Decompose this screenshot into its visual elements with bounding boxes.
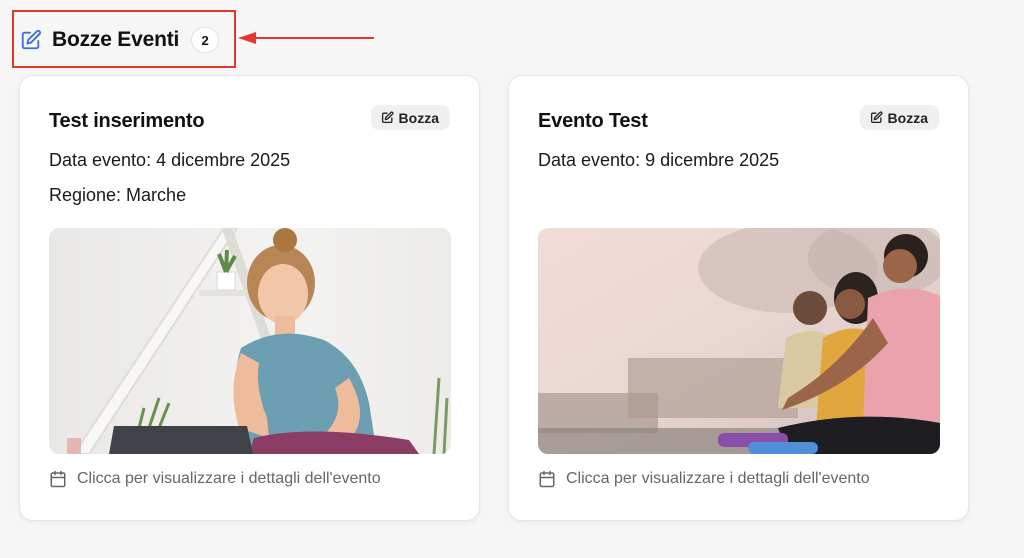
group-meditation-image (538, 228, 940, 454)
event-title: Evento Test (538, 110, 648, 132)
edit-icon (381, 111, 394, 124)
draft-badge: Bozza (370, 105, 450, 130)
event-details-hint[interactable]: Clicca per visualizzare i dettagli dell'… (538, 470, 870, 488)
annotation-arrow (238, 32, 374, 44)
details-hint-label: Clicca per visualizzare i dettagli dell'… (77, 470, 381, 487)
calendar-icon (50, 470, 66, 488)
calendar-icon (539, 470, 555, 488)
draft-badge: Bozza (859, 105, 939, 130)
woman-yoga-laptop-image (49, 228, 451, 454)
event-date: Data evento: 9 dicembre 2025 (538, 150, 780, 170)
draft-badge-label: Bozza (887, 109, 928, 126)
event-region: Regione: Marche (49, 185, 187, 205)
section-title: Bozze Eventi (52, 28, 180, 51)
draft-badge-label: Bozza (398, 109, 439, 126)
details-hint-label: Clicca per visualizzare i dettagli dell'… (566, 470, 870, 487)
draft-event-card[interactable]: Evento Test Bozza Data evento: 9 dicembr… (508, 75, 969, 521)
drafts-count-badge: 2 (191, 27, 220, 53)
edit-square-icon (20, 29, 42, 51)
event-details-hint[interactable]: Clicca per visualizzare i dettagli dell'… (49, 470, 381, 488)
drafts-page: Bozze Eventi 2 Test inserimento Bozza Da… (0, 0, 1024, 558)
event-date: Data evento: 4 dicembre 2025 (49, 150, 291, 170)
edit-icon (870, 111, 883, 124)
draft-event-card[interactable]: Test inserimento Bozza Data evento: 4 di… (19, 75, 480, 521)
section-header: Bozze Eventi 2 (20, 26, 220, 54)
event-title: Test inserimento (49, 110, 205, 132)
